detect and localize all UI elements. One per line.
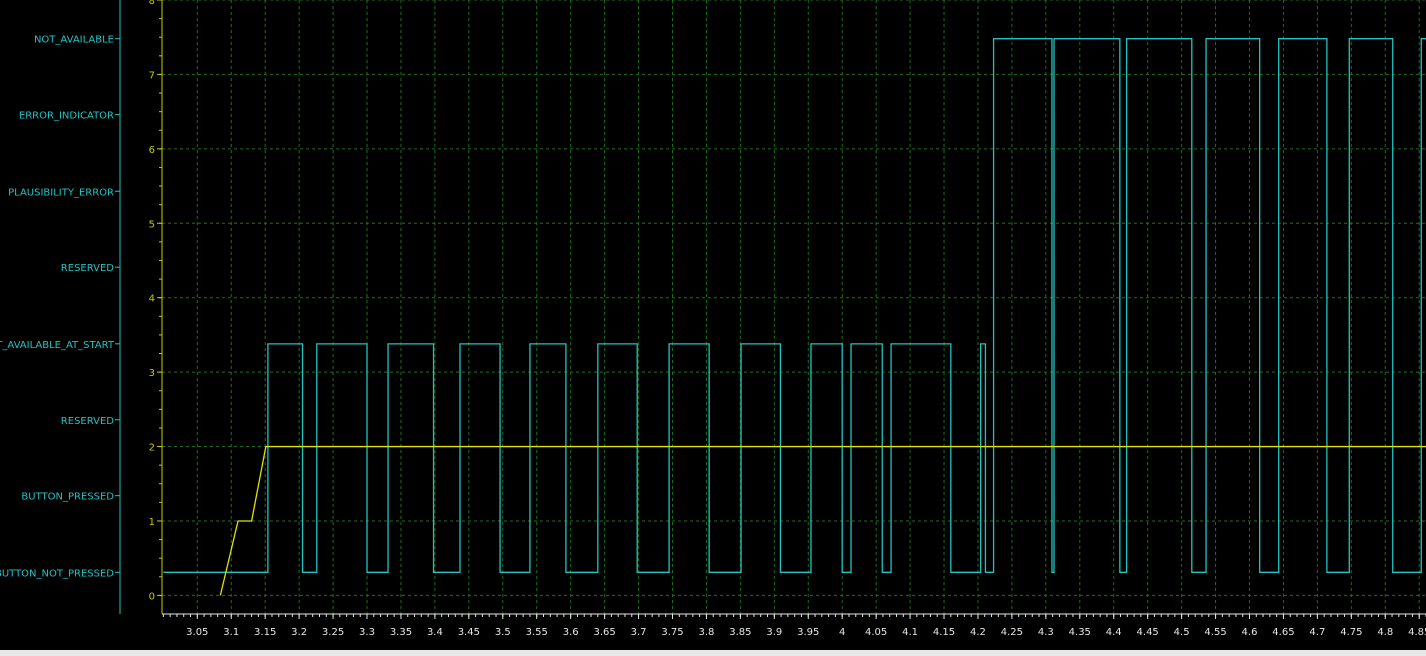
x-tick-label: 4.6 (1242, 627, 1258, 638)
x-tick-label: 3.9 (766, 627, 782, 638)
x-tick-label: 4.45 (1137, 627, 1159, 638)
state-label: RESERVED (61, 416, 114, 427)
x-tick-label: 3.85 (729, 627, 751, 638)
x-tick-label: 4.1 (902, 627, 918, 638)
x-tick-label: 3.05 (186, 627, 208, 638)
x-tick-label: 4.75 (1340, 627, 1362, 638)
x-tick-label: 4.15 (933, 627, 955, 638)
x-tick-label: 3.45 (458, 627, 480, 638)
x-tick-label: 3.1 (223, 627, 239, 638)
x-tick-label: 3.65 (593, 627, 615, 638)
y-tick-label: 8 (149, 0, 155, 7)
x-tick-label: 3.4 (427, 627, 443, 638)
y-tick-label: 3 (149, 368, 155, 379)
x-tick-label: 3.35 (390, 627, 412, 638)
x-tick-label: 3.25 (322, 627, 344, 638)
signal-chart: 3.05 3.1 3.15 3.2 3.25 3.3 3.35 3.4 3.45 3.5 3.55 3… (0, 0, 1426, 650)
x-tick-label: 3.55 (526, 627, 548, 638)
state-label: NOT_AVAILABLE (34, 35, 114, 46)
x-tick-label: 4.55 (1204, 627, 1226, 638)
x-tick-label: 4 (839, 627, 845, 638)
x-tick-label: 4.65 (1272, 627, 1294, 638)
x-tick-label: 3.5 (495, 627, 511, 638)
bottom-strip (0, 650, 1426, 656)
x-tick-label: 4.4 (1106, 627, 1122, 638)
x-tick-label: 4.25 (1001, 627, 1023, 638)
x-tick-label: 4.05 (865, 627, 887, 638)
state-label: NOT_AVAILABLE_AT_START (0, 340, 115, 351)
x-tick-label: 3.8 (698, 627, 714, 638)
y-tick-label: 7 (149, 70, 155, 81)
x-tick-label: 3.7 (631, 627, 647, 638)
x-tick-label: 4.3 (1038, 627, 1054, 638)
x-tick-label: 3.15 (254, 627, 276, 638)
y-tick-label: 5 (149, 219, 155, 230)
x-tick-label: 4.35 (1069, 627, 1091, 638)
state-label: PLAUSIBILITY_ERROR (8, 187, 114, 198)
y-tick-label: 0 (149, 591, 155, 602)
x-tick-label: 4.85 (1408, 627, 1426, 638)
y-tick-label: 4 (149, 294, 155, 305)
state-label: ERROR_INDICATOR (19, 111, 114, 122)
x-tick-label: 4.5 (1174, 627, 1190, 638)
state-label: BUTTON_NOT_PRESSED (0, 568, 114, 579)
x-tick-label: 3.3 (359, 627, 375, 638)
x-tick-label: 3.6 (563, 627, 579, 638)
y-tick-label: 2 (149, 443, 155, 454)
x-tick-label: 3.75 (661, 627, 683, 638)
x-tick-label: 4.7 (1309, 627, 1325, 638)
x-tick-label: 4.2 (970, 627, 986, 638)
y-tick-label: 1 (149, 517, 155, 528)
y-tick-label: 6 (149, 145, 155, 156)
chart-background (0, 0, 1426, 650)
x-tick-label: 3.2 (291, 627, 307, 638)
state-label: RESERVED (61, 263, 114, 274)
state-label: BUTTON_PRESSED (21, 492, 114, 503)
x-tick-label: 3.95 (797, 627, 819, 638)
x-tick-label: 4.8 (1377, 627, 1393, 638)
